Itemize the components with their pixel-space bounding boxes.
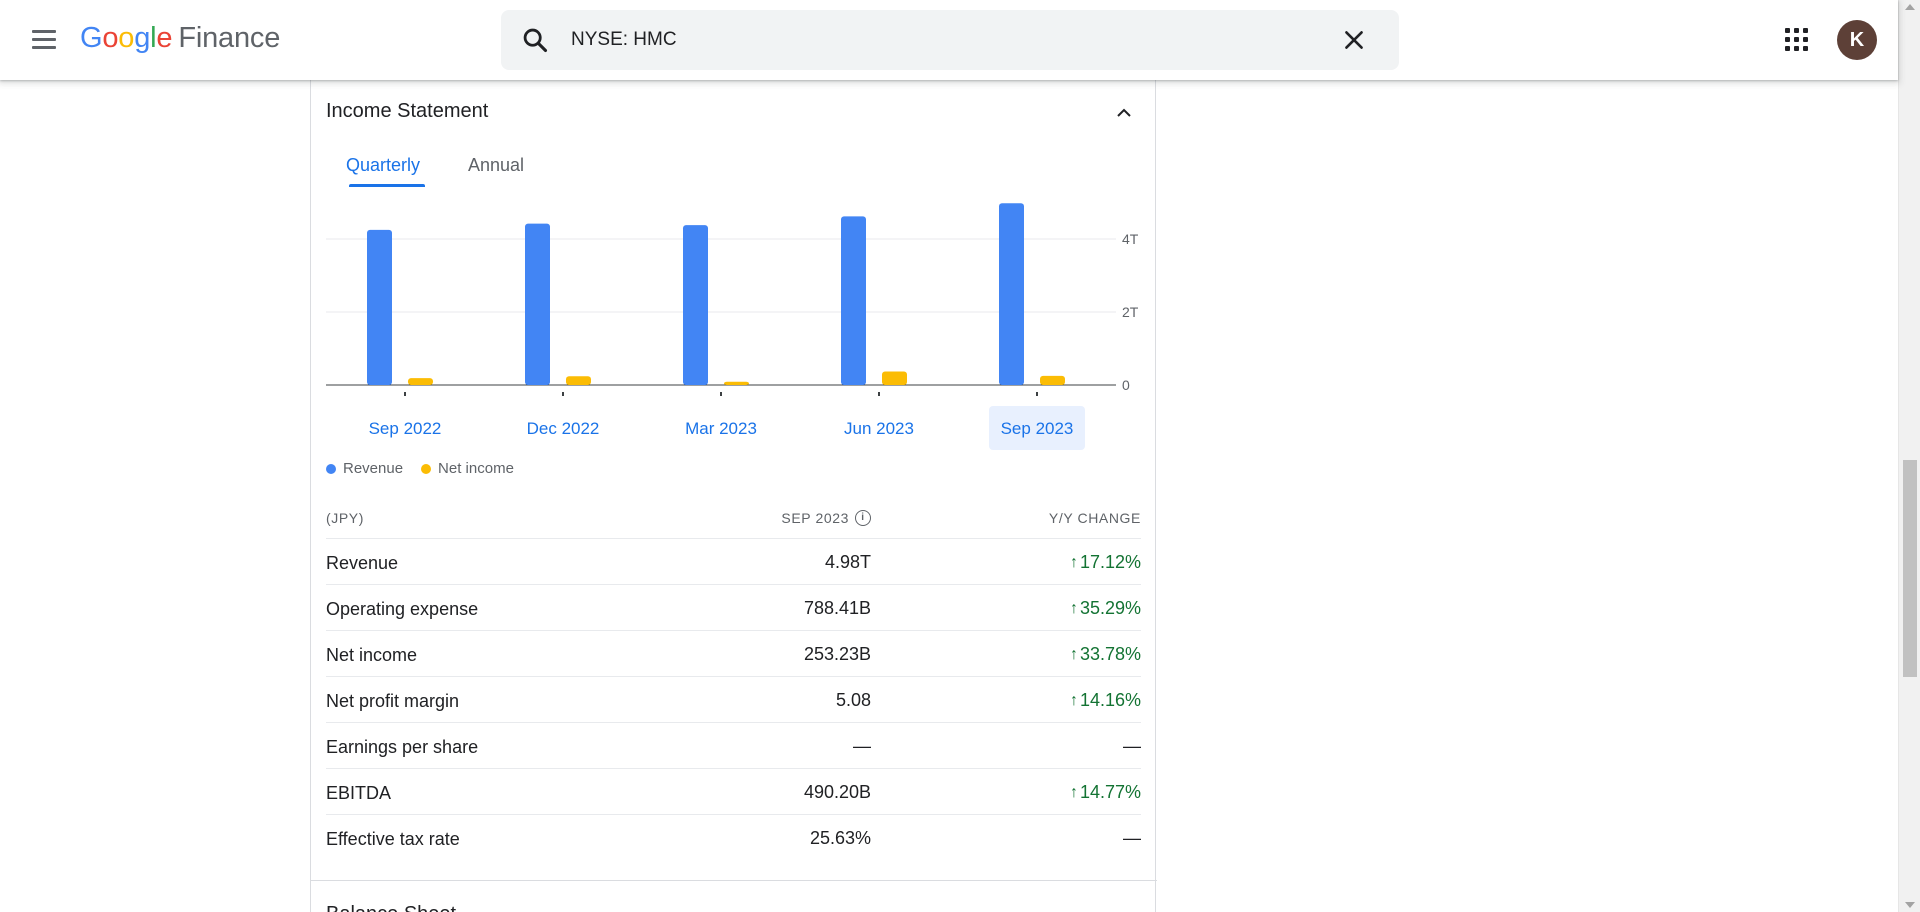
balance-sheet-title[interactable]: Balance Sheet [326,903,456,912]
row-change: ↑ 35.29% [1070,598,1141,619]
legend-item-revenue: Revenue [326,460,403,477]
row-label: EBITDA [326,783,392,803]
avatar[interactable]: K [1837,20,1877,60]
table-row: Revenue 4.98T ↑ 17.12% [326,538,1141,584]
search-input[interactable] [571,24,1291,56]
legend-item-net-income: Net income [421,460,514,477]
row-value: 25.63% [809,828,871,848]
row-label: Operating expense [326,599,479,619]
table-row: EBITDA 490.20B ↑ 14.77% [326,768,1141,814]
row-change-text: 14.77% [1079,782,1141,802]
row-change: — [1123,736,1141,757]
row-value: 490.20B [803,782,871,802]
table-row: Operating expense 788.41B ↑ 35.29% [326,584,1141,630]
scroll-down-arrow[interactable] [1905,902,1915,908]
row-label: Effective tax rate [326,829,460,849]
google-finance-logo[interactable]: Google Finance [80,22,280,55]
legend-label: Revenue [343,460,404,477]
bar-net-income[interactable] [1040,375,1065,385]
row-change: ↑ 14.77% [1070,782,1141,803]
x-tick-label[interactable]: Dec 2022 [527,419,600,438]
x-tick-label[interactable]: Mar 2023 [685,419,757,438]
search-icon[interactable] [521,26,549,54]
change-header: Y/Y CHANGE [1048,510,1141,526]
x-tick-label[interactable]: Sep 2023 [1001,419,1074,438]
arrow-up-icon: ↑ [1069,599,1078,617]
row-label: Earnings per share [326,737,479,757]
income-statement-card: Income Statement Quarterly Annual 0 2T 4T S… [310,80,1157,912]
y-tick-label: 0 [1122,377,1130,393]
chart-legend: Revenue Net income [326,460,514,477]
chevron-up-icon[interactable] [1112,101,1136,125]
apps-icon[interactable] [1785,28,1809,52]
row-change-text: 14.16% [1079,690,1141,710]
arrow-up-icon: ↑ [1069,783,1078,801]
arrow-up-icon: ↑ [1069,645,1078,663]
bar-revenue[interactable] [683,225,708,385]
tab-annual[interactable]: Annual [468,155,524,176]
close-icon[interactable] [1341,27,1367,53]
period-header: SEP 2023 i [781,510,871,526]
bar-revenue[interactable] [367,229,392,385]
table-row: Net income 253.23B ↑ 33.78% [326,630,1141,676]
divider [311,880,1157,881]
top-app-bar: GoogleFinance K [0,0,1898,80]
bar-net-income[interactable] [724,381,749,385]
table-row: Earnings per share — — [326,722,1141,768]
arrow-up-icon: ↑ [1069,691,1078,709]
legend-label: Net income [438,460,514,477]
bar-net-income[interactable] [408,378,433,385]
row-change: ↑ 17.12% [1070,552,1141,573]
row-change-text: 35.29% [1079,598,1141,618]
legend-dot-net-income [421,463,432,474]
row-change-text: — [1123,736,1141,756]
bar-net-income[interactable] [882,371,907,385]
bar-net-income[interactable] [566,376,591,385]
x-tick-label[interactable]: Sep 2022 [369,419,442,438]
bar-revenue[interactable] [841,216,866,385]
row-label: Net profit margin [326,691,460,711]
row-value: 788.41B [803,598,871,618]
search-box [501,10,1399,70]
menu-icon[interactable] [26,24,62,56]
row-change-text: 17.12% [1079,552,1141,572]
y-tick-label: 4T [1122,231,1139,247]
x-tick-label[interactable]: Jun 2023 [844,419,914,438]
info-icon[interactable]: i [855,510,871,526]
row-change: ↑ 33.78% [1070,644,1141,665]
row-label: Net income [326,645,418,665]
row-change-text: 33.78% [1079,644,1141,664]
row-value: 253.23B [803,644,871,664]
period-label: SEP 2023 [781,510,849,526]
table-header: (JPY) SEP 2023 i Y/Y CHANGE [326,510,1141,538]
bar-revenue[interactable] [525,223,550,385]
table-row: Effective tax rate 25.63% — [326,814,1141,860]
row-change: ↑ 14.16% [1070,690,1141,711]
income-chart: 0 2T 4T Sep 2022 Dec 2022 Mar 2023 Jun 2023 Sep… [326,203,1139,450]
section-title: Income Statement [326,100,489,122]
row-value: — [853,736,871,756]
legend-dot-revenue [326,463,336,474]
currency-label: (JPY) [326,510,364,526]
row-change-text: — [1123,828,1141,848]
arrow-up-icon: ↑ [1069,553,1078,571]
y-tick-label: 2T [1122,304,1139,320]
financials-table: Revenue 4.98T ↑ 17.12% Operating expense 788.… [326,538,1141,860]
scroll-up-arrow[interactable] [1905,4,1915,10]
table-row: Net profit margin 5.08 ↑ 14.16% [326,676,1141,722]
page-scrollbar[interactable] [1898,0,1920,912]
tab-quarterly[interactable]: Quarterly [346,155,420,176]
row-value: 5.08 [835,690,871,710]
row-label: Revenue [326,553,399,573]
bar-revenue[interactable] [999,203,1024,385]
row-change: — [1123,828,1141,849]
row-value: 4.98T [824,552,871,572]
scroll-thumb[interactable] [1903,460,1917,677]
